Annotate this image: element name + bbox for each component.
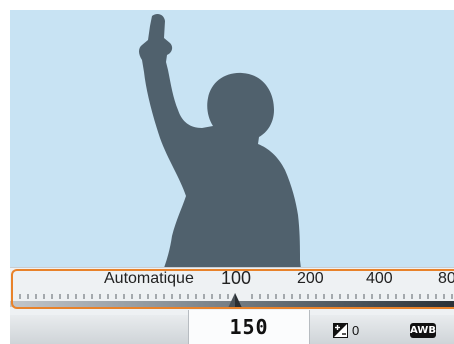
iso-option-400[interactable]: 400: [366, 270, 393, 288]
camera-preview: Automatique 100 200 400 800: [10, 10, 454, 344]
iso-option-100[interactable]: 100: [221, 268, 251, 289]
shutter-speed-box: 150: [188, 310, 310, 344]
iso-scale: [10, 293, 454, 308]
exposure-compensation-icon: [333, 323, 348, 338]
iso-option-800[interactable]: 800: [438, 270, 454, 288]
white-balance-badge: AWB: [410, 323, 436, 338]
iso-option-auto[interactable]: Automatique: [104, 270, 194, 288]
exposure-value: 0: [352, 323, 360, 338]
iso-option-200[interactable]: 200: [297, 270, 324, 288]
shutter-speed-value: 150: [229, 315, 269, 339]
